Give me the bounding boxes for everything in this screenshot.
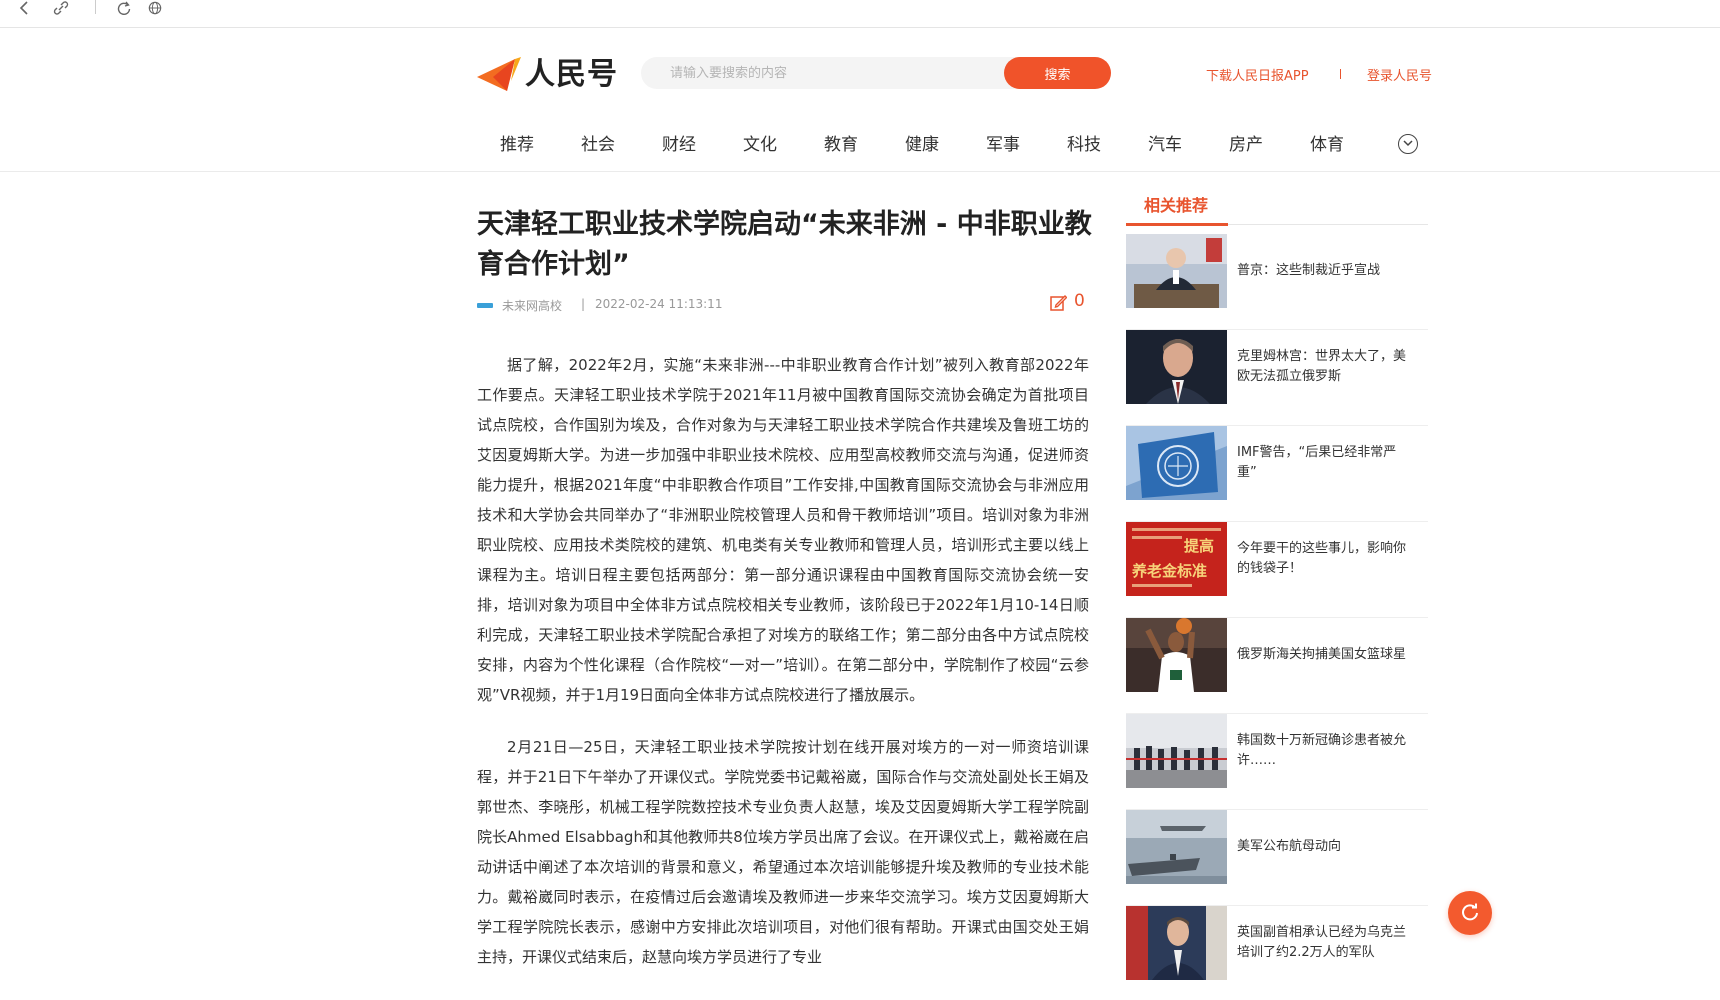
logo-text: 人民号 <box>525 57 618 92</box>
nav-more-icon[interactable] <box>1398 134 1418 154</box>
toolbar-separator <box>95 0 96 14</box>
nav-item[interactable]: 文化 <box>743 130 777 155</box>
man-portrait-thumb <box>1126 330 1227 404</box>
nav-item[interactable]: 汽车 <box>1148 130 1182 155</box>
basketball-player-thumb <box>1126 618 1227 692</box>
man-speaking-thumb <box>1126 906 1227 980</box>
article-title: 天津轻工职业技术学院启动“未来非洲 - 中非职业教育合作计划” <box>477 209 1092 280</box>
recommendation-item[interactable]: 美军公布航母动向 <box>1126 810 1428 906</box>
recommendation-title: 今年要干的这些事儿，影响你的钱袋子！ <box>1237 541 1407 576</box>
browser-toolbar <box>0 0 1720 28</box>
recommendation-title: 普京：这些制裁近乎宣战 <box>1237 263 1381 278</box>
site-logo[interactable]: 人民号 <box>477 55 621 95</box>
nav-divider <box>0 171 1720 172</box>
recommendation-item[interactable]: 提高 养老金标准 今年要干的这些事儿，影响你的钱袋子！ <box>1126 522 1428 618</box>
search-input[interactable] <box>641 57 1001 89</box>
search-box: 搜索 <box>641 57 1111 89</box>
article-source[interactable]: 未来网高校 <box>502 297 562 314</box>
red-poster-thumb: 提高 养老金标准 <box>1126 522 1227 596</box>
recommendation-title: 英国副首相承认已经为乌克兰培训了约2.2万人的军队 <box>1237 925 1407 960</box>
poster-text-bottom: 养老金标准 <box>1131 562 1207 580</box>
nav-item[interactable]: 体育 <box>1310 130 1344 155</box>
nav-item[interactable]: 健康 <box>905 130 939 155</box>
nav-item[interactable]: 财经 <box>662 130 696 155</box>
globe-icon[interactable] <box>145 0 165 16</box>
nav-item[interactable]: 科技 <box>1067 130 1101 155</box>
refresh-icon <box>1462 903 1478 921</box>
recommendation-title: IMF警告，“后果已经非常严重” <box>1237 445 1397 480</box>
recommendation-title: 俄罗斯海关拘捕美国女篮球星 <box>1237 647 1407 662</box>
recommendation-item[interactable]: 克里姆林宫：世界太大了，美欧无法孤立俄罗斯 <box>1126 330 1428 426</box>
logo-flag-icon <box>477 57 521 91</box>
comment-count: 0 <box>1074 291 1085 311</box>
login-link[interactable]: 登录人民号 <box>1367 65 1432 84</box>
aircraft-carrier-thumb <box>1126 810 1227 884</box>
download-app-link[interactable]: 下载人民日报APP <box>1206 65 1309 84</box>
link-icon[interactable] <box>51 0 71 16</box>
sidebar-title-underline <box>1126 223 1228 226</box>
poster-text-top: 提高 <box>1184 537 1214 555</box>
person-at-desk-thumb <box>1126 234 1227 308</box>
edit-comment-icon <box>1050 295 1067 311</box>
article-body: 据了解，2022年2月，实施“未来非洲---中非职业教育合作计划”被列入教育部2… <box>477 350 1089 994</box>
recommendation-item[interactable]: 韩国数十万新冠确诊患者被允许…… <box>1126 714 1428 810</box>
sidebar-title: 相关推荐 <box>1144 196 1209 215</box>
nav-item[interactable]: 社会 <box>581 130 615 155</box>
article-paragraph: 2月21日—25日，天津轻工职业技术学院按计划在线开展对埃方的一对一师资培训课程… <box>477 738 1089 966</box>
meta-separator: | <box>581 297 586 311</box>
header-link-separator <box>1340 69 1341 79</box>
recommendation-title: 克里姆林宫：世界太大了，美欧无法孤立俄罗斯 <box>1237 349 1407 384</box>
nav-item[interactable]: 军事 <box>986 130 1020 155</box>
back-icon[interactable] <box>14 0 34 16</box>
nav-item[interactable]: 房产 <box>1229 130 1263 155</box>
recommendation-item[interactable]: 英国副首相承认已经为乌克兰培训了约2.2万人的军队 <box>1126 906 1428 1000</box>
queue-crowd-thumb <box>1126 714 1227 788</box>
recommendation-title: 韩国数十万新冠确诊患者被允许…… <box>1237 733 1407 768</box>
recommendation-item[interactable]: 俄罗斯海关拘捕美国女篮球星 <box>1126 618 1428 714</box>
source-logo-icon <box>477 303 493 308</box>
recommendation-item[interactable]: IMF警告，“后果已经非常严重” <box>1126 426 1428 522</box>
nav-item[interactable]: 教育 <box>824 130 858 155</box>
recommendation-item[interactable]: 普京：这些制裁近乎宣战 <box>1126 234 1428 330</box>
search-button[interactable]: 搜索 <box>1004 57 1111 89</box>
imf-seal-thumb <box>1126 426 1227 500</box>
refresh-icon[interactable] <box>114 0 134 16</box>
article-paragraph: 据了解，2022年2月，实施“未来非洲---中非职业教育合作计划”被列入教育部2… <box>477 356 1089 704</box>
publish-time: 2022-02-24 11:13:11 <box>595 297 723 311</box>
refresh-button[interactable] <box>1448 891 1492 935</box>
comment-button[interactable]: 0 <box>1050 291 1090 315</box>
channel-nav: 推荐 社会 财经 文化 教育 健康 军事 科技 汽车 房产 体育 <box>480 130 1450 162</box>
nav-item[interactable]: 推荐 <box>500 130 534 155</box>
recommendation-title: 美军公布航母动向 <box>1237 839 1342 854</box>
